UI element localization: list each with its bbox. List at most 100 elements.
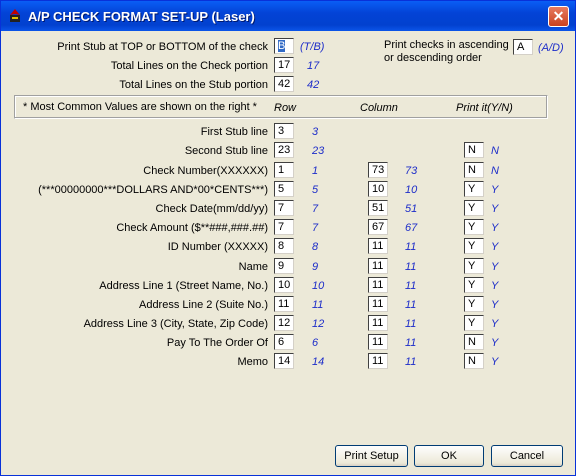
row-label: ID Number (XXXXX) (167, 241, 268, 253)
column-input[interactable]: 73 (368, 162, 388, 178)
print-input[interactable]: N (464, 162, 484, 178)
row-input[interactable]: 12 (274, 315, 294, 331)
row-header: Row (274, 102, 297, 114)
print-hint: Y (491, 261, 499, 273)
column-input[interactable]: 51 (368, 200, 388, 216)
print-input[interactable]: Y (464, 200, 484, 216)
common-values-note: * Most Common Values are shown on the ri… (23, 101, 257, 113)
print-input[interactable]: Y (464, 277, 484, 293)
row-hint: 6 (312, 337, 319, 349)
print-input[interactable]: Y (464, 238, 484, 254)
print-hint: Y (491, 280, 499, 292)
row-label: Check Date(mm/dd/yy) (155, 203, 268, 215)
column-hint: 11 (405, 299, 417, 311)
order-label-line2: or descending order (384, 52, 482, 64)
row-input[interactable]: 11 (274, 296, 294, 312)
app-icon (10, 9, 20, 22)
row-input[interactable]: 9 (274, 258, 294, 274)
print-hint: Y (491, 356, 499, 368)
print-hint: N (491, 145, 499, 157)
row-hint: 9 (312, 261, 319, 273)
column-input[interactable]: 10 (368, 181, 388, 197)
column-hint: 11 (405, 318, 417, 330)
row-label: Second Stub line (184, 145, 268, 157)
row-hint: 12 (312, 318, 325, 330)
print-hint: Y (491, 203, 499, 215)
row-input[interactable]: 3 (274, 123, 294, 139)
order-label-line1: Print checks in ascending (384, 39, 509, 51)
row-label: Address Line 2 (Suite No.) (138, 299, 268, 311)
row-label: Check Number(XXXXXX) (143, 165, 268, 177)
print-header: Print it(Y/N) (456, 102, 513, 114)
stub-position-label: Print Stub at TOP or BOTTOM of the check (57, 41, 268, 53)
column-hint: 73 (405, 165, 418, 177)
column-input[interactable]: 67 (368, 219, 388, 235)
column-input[interactable]: 11 (368, 238, 388, 254)
check-lines-label: Total Lines on the Check portion (110, 60, 268, 72)
stub-position-hint: (T/B) (300, 41, 325, 53)
column-hint: 10 (405, 184, 418, 196)
print-hint: Y (491, 241, 499, 253)
stub-lines-label: Total Lines on the Stub portion (119, 79, 268, 91)
print-setup-button[interactable]: Print Setup (335, 445, 408, 467)
print-input[interactable]: N (464, 353, 484, 369)
row-input[interactable]: 1 (274, 162, 294, 178)
print-input[interactable]: N (464, 334, 484, 350)
window-title: A/P CHECK FORMAT SET-UP (Laser) (28, 9, 255, 24)
column-input[interactable]: 11 (368, 334, 388, 350)
column-hint: 51 (405, 203, 418, 215)
print-input[interactable]: Y (464, 181, 484, 197)
column-hint: 11 (405, 280, 417, 292)
row-input[interactable]: 8 (274, 238, 294, 254)
print-input[interactable]: Y (464, 296, 484, 312)
print-input[interactable]: Y (464, 315, 484, 331)
row-label: First Stub line (200, 126, 268, 138)
row-label: Check Amount ($**###,###.##) (116, 222, 268, 234)
column-hint: 67 (405, 222, 418, 234)
row-label: Address Line 1 (Street Name, No.) (99, 280, 268, 292)
order-hint: (A/D) (538, 42, 564, 54)
close-icon: ✕ (552, 8, 565, 24)
print-input[interactable]: Y (464, 219, 484, 235)
column-hint: 11 (405, 356, 417, 368)
row-input[interactable]: 23 (274, 142, 294, 158)
column-hint: 11 (405, 337, 417, 349)
row-hint: 8 (312, 241, 319, 253)
row-hint: 7 (312, 222, 319, 234)
row-hint: 14 (312, 356, 325, 368)
row-input[interactable]: 5 (274, 181, 294, 197)
print-input[interactable]: N (464, 142, 484, 158)
title-bar[interactable]: A/P CHECK FORMAT SET-UP (Laser) ✕ (1, 1, 575, 31)
column-hint: 11 (405, 241, 417, 253)
stub-position-input[interactable]: B (274, 38, 294, 54)
close-button[interactable]: ✕ (548, 6, 569, 27)
row-hint: 23 (312, 145, 325, 157)
row-label: Name (238, 261, 268, 273)
row-input[interactable]: 14 (274, 353, 294, 369)
cancel-button[interactable]: Cancel (491, 445, 563, 467)
ok-button[interactable]: OK (414, 445, 484, 467)
column-input[interactable]: 11 (368, 353, 388, 369)
print-input[interactable]: Y (464, 258, 484, 274)
print-hint: N (491, 165, 499, 177)
stub-lines-input[interactable]: 42 (274, 76, 294, 92)
row-hint: 11 (312, 299, 324, 311)
column-header: Column (360, 102, 398, 114)
check-lines-hint: 17 (307, 60, 320, 72)
column-input[interactable]: 11 (368, 315, 388, 331)
column-input[interactable]: 11 (368, 277, 388, 293)
order-input[interactable]: A (513, 39, 533, 55)
row-input[interactable]: 10 (274, 277, 294, 293)
check-lines-input[interactable]: 17 (274, 57, 294, 73)
column-hint: 11 (405, 261, 417, 273)
column-input[interactable]: 11 (368, 296, 388, 312)
column-input[interactable]: 11 (368, 258, 388, 274)
row-input[interactable]: 7 (274, 219, 294, 235)
print-hint: Y (491, 318, 499, 330)
print-hint: Y (491, 184, 499, 196)
print-hint: Y (491, 337, 499, 349)
row-input[interactable]: 7 (274, 200, 294, 216)
stub-lines-hint: 42 (307, 79, 320, 91)
print-hint: Y (491, 299, 499, 311)
row-input[interactable]: 6 (274, 334, 294, 350)
